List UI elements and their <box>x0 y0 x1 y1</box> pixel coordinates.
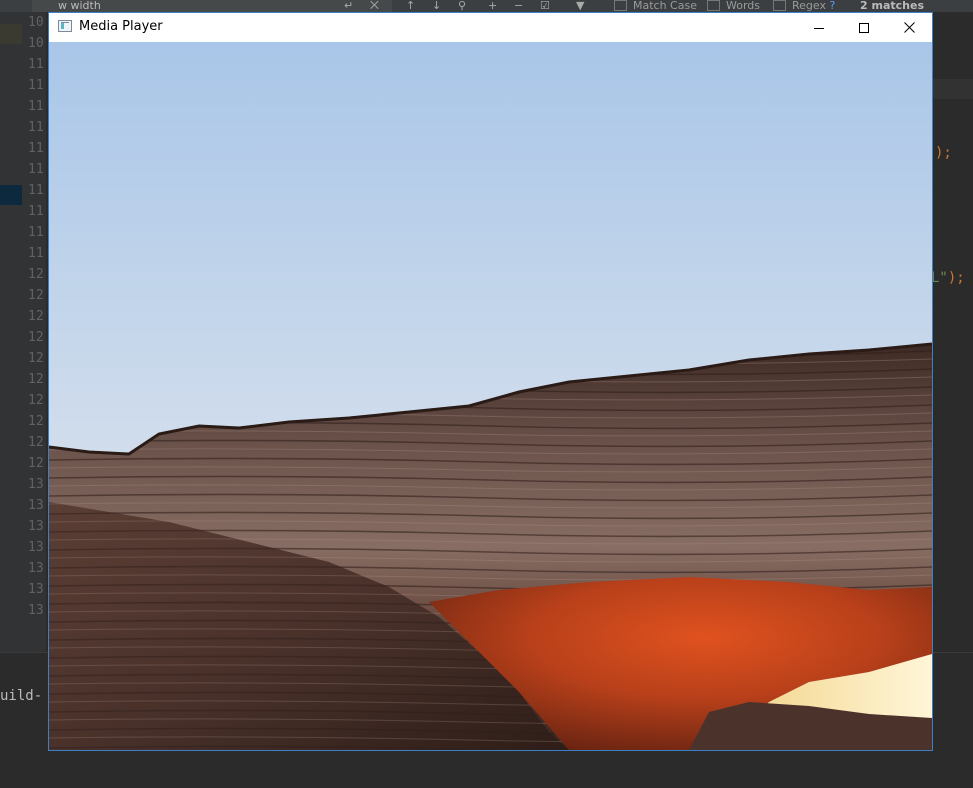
previous-match-icon[interactable]: ↑ <box>406 0 415 12</box>
clear-search-icon[interactable]: ⨉ <box>370 0 379 12</box>
media-player-app-icon <box>58 20 72 32</box>
minimize-icon <box>814 27 824 29</box>
code-line-highlight <box>932 79 973 99</box>
title-bar[interactable]: Media Player <box>49 13 932 42</box>
remove-selection-icon[interactable]: − <box>514 0 523 12</box>
find-all-icon[interactable]: ⚲ <box>458 0 466 12</box>
words-option[interactable]: Words <box>707 0 760 12</box>
regex-option[interactable]: Regex ? <box>773 0 835 12</box>
close-icon <box>903 22 915 33</box>
match-case-option[interactable]: Match Case <box>614 0 697 12</box>
terminal-output: uild- <box>0 688 43 704</box>
minimize-button[interactable] <box>796 13 842 42</box>
close-button[interactable] <box>886 13 932 42</box>
current-line-highlight <box>0 24 22 44</box>
match-count: 2 matches <box>860 0 924 12</box>
select-all-icon[interactable]: ☑ <box>540 0 550 12</box>
enter-icon[interactable]: ↵ <box>344 0 353 12</box>
media-player-window[interactable]: Media Player <box>48 12 933 751</box>
video-frame-rock-arch <box>49 42 932 750</box>
add-selection-icon[interactable]: + <box>488 0 497 12</box>
code-fragment-string: L"); <box>931 270 965 286</box>
maximize-button[interactable] <box>841 13 887 42</box>
code-fragment: ); <box>935 145 952 161</box>
next-match-icon[interactable]: ↓ <box>432 0 441 12</box>
breakpoint-marker <box>0 185 22 205</box>
find-input[interactable]: w width <box>32 0 392 12</box>
window-title: Media Player <box>79 19 163 34</box>
filter-icon[interactable]: ▼ <box>576 0 584 12</box>
maximize-icon <box>859 22 869 33</box>
video-display[interactable] <box>49 42 932 750</box>
